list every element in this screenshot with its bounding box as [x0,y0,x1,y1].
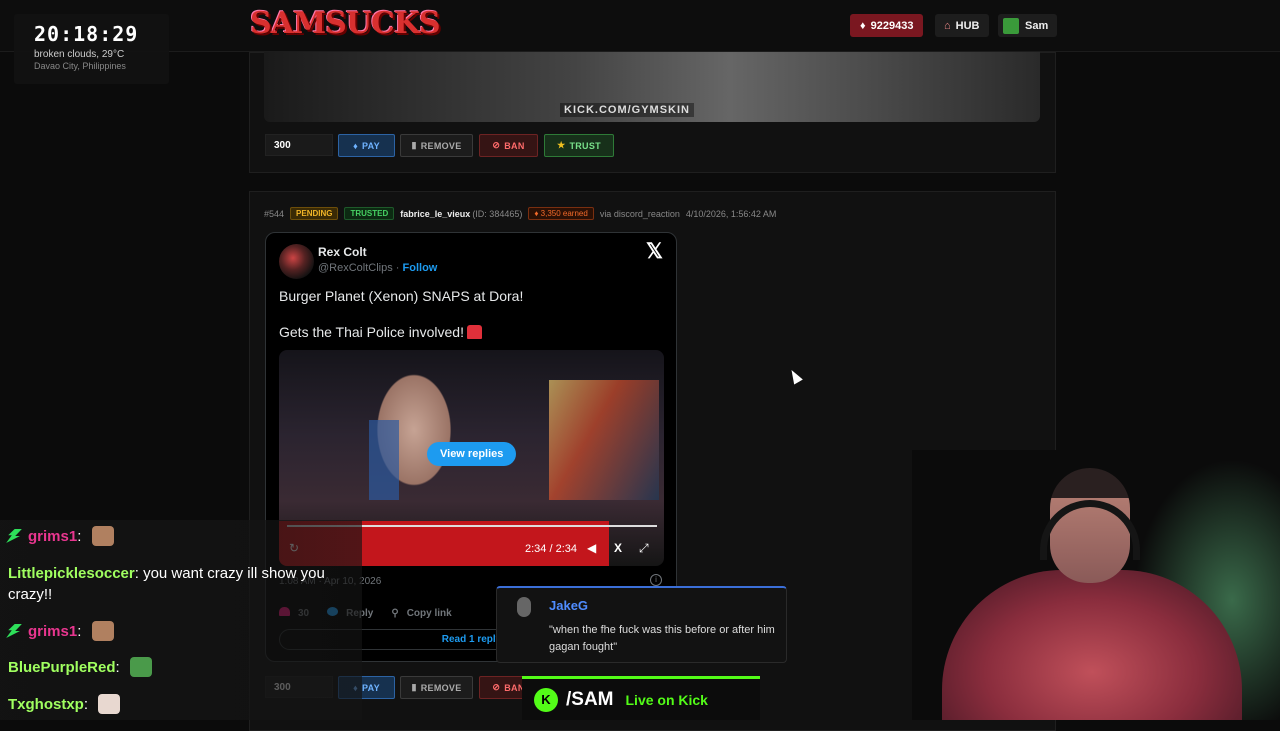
copy-link-button[interactable]: ⚲ Copy link [391,608,451,619]
star-icon: ★ [557,140,566,150]
chat-username: grims1 [28,528,78,545]
tweet-text: Burger Planet (Xenon) SNAPS at Dora! [279,288,524,304]
streamer-body [942,570,1242,720]
clock-widget: 20:18:29 broken clouds, 29°C Davao City,… [14,14,169,84]
submitter-id: (ID: 384465) [472,208,523,219]
diamond-icon: ♦ [353,140,358,151]
chat-message: Littlepicklesoccer: you want crazy ill s… [8,565,325,603]
top-bar: SAMSUCKS ♦ 9229433 ⌂ HUB Sam [0,0,1280,52]
tts-username: JakeG [549,598,589,613]
pay-label: PAY [361,682,380,693]
webcam-feed [912,450,1280,720]
ban-label: BAN [504,140,525,151]
remove-label: REMOVE [420,140,462,151]
user-label: Sam [1025,19,1049,32]
video-time: 2:34 / 2:34 [525,543,577,555]
remove-button[interactable]: ▮ REMOVE [400,676,473,699]
x-logo-icon[interactable]: X [614,541,622,555]
pay-button[interactable]: ♦PAY [338,134,395,157]
link-icon: ⚲ [391,607,399,619]
chat-username: BluePurpleRed [8,659,116,676]
submission-source: via discord_reaction [599,208,680,219]
trash-icon: ▮ [411,140,417,150]
tweet-handle[interactable]: @RexColtClips [318,262,393,274]
chat-message: BluePurpleRed: [8,657,152,678]
chat-username: Txghostxp [8,696,84,713]
copy-link-label: Copy link [406,607,452,619]
tts-alert: JakeG "when the fhe fuck was this before… [496,586,787,663]
kick-badge-icon [6,529,22,543]
microphone-icon [517,597,531,617]
channel-name: /SAM [566,688,614,710]
site-logo[interactable]: SAMSUCKS [250,6,441,41]
avatar [1003,17,1019,34]
live-status: Live on Kick [625,691,708,708]
ban-icon: ⊘ [492,682,501,692]
earned-value: 3,350 earned [540,209,588,218]
hub-button[interactable]: ⌂ HUB [935,14,989,37]
amount-input[interactable]: 300 [265,134,333,156]
earned-badge: ♦ 3,350 earned [528,207,594,220]
chat-username: grims1 [28,623,78,640]
info-icon[interactable]: i [650,574,662,586]
trash-icon: ▮ [411,682,417,692]
balance-button[interactable]: ♦ 9229433 [850,14,924,37]
clock-location: Davao City, Philippines [34,61,126,71]
siren-icon [466,325,482,339]
tts-message: "when the fhe fuck was this before or af… [549,624,775,653]
tweet-author-avatar[interactable] [279,244,314,279]
fullscreen-icon[interactable]: ⤢ [639,541,649,556]
remove-label: REMOVE [420,682,462,693]
status-badge: PENDING [290,207,339,220]
submitter-username[interactable]: fabrice_le_vieux [400,209,470,219]
emote-icon [91,526,114,546]
submission-timestamp: 4/10/2026, 1:56:42 AM [685,208,777,219]
hub-label: HUB [955,19,980,32]
x-logo-icon[interactable]: 𝕏 [646,239,663,264]
kick-logo-icon: K [534,687,558,712]
kick-badge-icon [6,624,22,638]
user-menu-button[interactable]: Sam [998,14,1058,37]
volume-icon[interactable]: ◀ [587,541,596,555]
pay-label: PAY [361,140,380,151]
emote-icon [91,621,114,641]
clock-weather: broken clouds, 29°C [34,49,125,60]
chat-message: grims1: [8,621,114,642]
home-icon: ⌂ [944,19,951,32]
trust-button[interactable]: ★ TRUST [544,134,614,157]
ban-icon: ⊘ [492,140,501,150]
tweet-text: Gets the Thai Police involved! [279,324,482,340]
follow-link[interactable]: Follow [403,262,438,274]
live-banner: K /SAM Live on Kick [522,676,760,720]
emote-icon [129,657,152,677]
video-watermark: KICK.COM/GYMSKIN [560,103,694,117]
emote-icon [98,694,121,714]
video-frame-lights [369,420,399,500]
clock-time: 20:18:29 [34,22,139,46]
chat-username: Littlepicklesoccer [8,565,135,582]
chat-overlay: grims1: Littlepicklesoccer: you want cra… [0,520,362,720]
chat-message: grims1: [8,526,114,547]
trusted-badge: TRUSTED [344,207,395,220]
tweet-text-line: Gets the Thai Police involved! [279,324,464,340]
remove-button[interactable]: ▮ REMOVE [400,134,473,157]
balance-value: 9229433 [870,19,914,32]
trust-label: TRUST [569,140,601,151]
tweet-author-handle: @RexColtClips · Follow [318,262,438,274]
video-frame-lights [549,380,659,500]
tweet-author-name[interactable]: Rex Colt [318,245,367,259]
submission-id: #544 [264,208,285,219]
view-replies-button[interactable]: View replies [427,442,517,466]
submission-meta: #544 PENDING TRUSTED fabrice_le_vieux (I… [264,206,776,221]
diamond-icon: ♦ [860,19,866,32]
chat-message: Txghostxp: [8,694,121,715]
ban-button[interactable]: ⊘ BAN [479,134,538,157]
